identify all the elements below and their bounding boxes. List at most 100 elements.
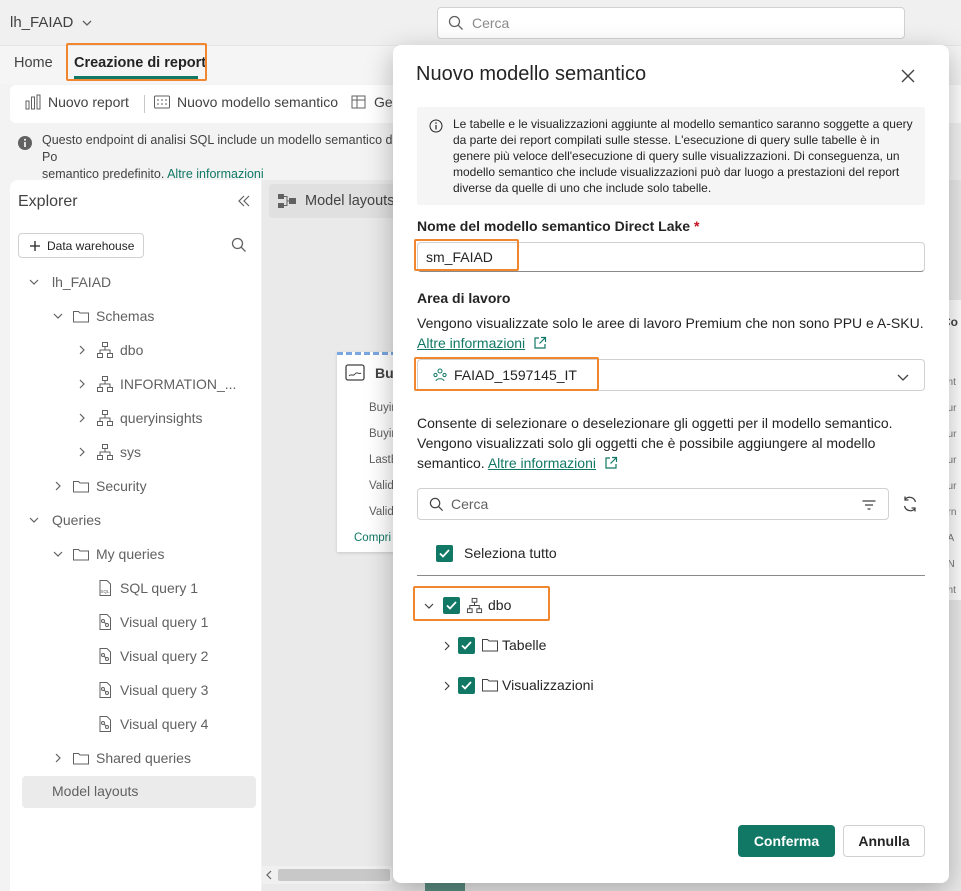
chevron-right-icon[interactable] [441,680,453,692]
table-card-footer[interactable]: Compri [354,532,391,544]
tree-item-label: Visual query 1 [120,614,209,630]
tree-item-schema-queryinsights[interactable]: queryinsights [10,401,261,435]
report-icon [25,94,41,110]
select-all-divider [417,575,925,576]
chevron-right-icon [79,413,85,423]
folder-icon [482,639,498,652]
schema-icon [97,342,113,358]
workspace-label: Area di lavoro [417,290,511,306]
workspace-hint: Vengono visualizzate solo le aree di lav… [417,315,924,331]
search-icon [429,497,444,512]
chevron-right-icon [55,753,61,763]
folder-icon [482,679,498,692]
tree-item-label: SQL query 1 [120,580,199,596]
global-search-input[interactable]: Cerca [437,7,905,39]
horizontal-scrollbar[interactable] [262,866,392,884]
views-checkbox[interactable] [458,677,475,694]
workspace-learn-more-link[interactable]: Altre informazioni [417,333,525,353]
visual-query-icon [99,614,111,630]
highlight-model-name [414,239,519,271]
svg-text:SQL: SQL [101,589,111,594]
tree-item-visual-query-3[interactable]: Visual query 3 [10,673,261,707]
tree-item-label: dbo [120,342,144,358]
tree-item-schema-dbo[interactable]: dbo [10,333,261,367]
tab-model-layouts-label: Model layouts [305,193,395,209]
toolbar-next-label: Ge [374,94,393,110]
collapse-pane-icon[interactable] [237,194,251,208]
dialog-notice: Le tabelle e le visualizzazioni aggiunte… [417,107,925,205]
dialog-title: Nuovo modello semantico [416,63,647,85]
new-report-button[interactable]: Nuovo report [24,93,129,111]
tree-item-my-queries[interactable]: My queries [10,537,261,571]
chevron-down-icon [82,20,92,26]
tree-item-visual-query-1[interactable]: Visual query 1 [10,605,261,639]
cancel-button[interactable]: Annulla [843,825,925,857]
tree-item-schema-information[interactable]: INFORMATION_... [10,367,261,401]
info-icon [429,119,443,133]
tab-model-layouts[interactable]: Model layouts [269,184,397,218]
tree-item-security[interactable]: Security [10,469,261,503]
tree-item-schema-sys[interactable]: sys [10,435,261,469]
model-name-label: Nome del modello semantico Direct Lake * [417,218,699,234]
table-card[interactable]: Buy Buyin Buyin LastE Valid Valid Compri [337,352,401,552]
tree-item-schemas[interactable]: Schemas [10,299,261,333]
new-semantic-model-button[interactable]: Nuovo modello semantico [153,93,338,111]
checkmark-icon [461,641,472,650]
info-icon [18,136,32,150]
table-card-icon [345,364,365,381]
tables-checkbox[interactable] [458,637,475,654]
objects-search-input[interactable]: Cerca [417,488,889,520]
tree-item-label: INFORMATION_... [120,376,237,392]
filter-icon[interactable] [861,497,877,513]
scrollbar-thumb[interactable] [278,869,390,881]
tree-item-label: Model layouts [52,783,139,799]
external-link-icon[interactable] [533,336,547,350]
tree-item-label: Visual query 4 [120,716,209,732]
tree-node-tables[interactable]: Tabelle [441,636,601,656]
chevron-right-icon[interactable] [441,640,453,652]
table-card-row: Valid [369,506,394,518]
tree-item-shared-queries[interactable]: Shared queries [10,741,261,775]
scroll-left-icon[interactable] [264,870,274,880]
folder-icon [73,311,89,323]
new-semantic-model-label: Nuovo modello semantico [177,94,339,110]
visual-query-icon [99,682,111,698]
search-icon[interactable] [231,237,247,253]
table-card-row: Valid [369,480,394,492]
tree-item-visual-query-4[interactable]: Visual query 4 [10,707,261,741]
folder-icon [73,753,89,765]
objects-learn-more-link[interactable]: Altre informazioni [488,455,596,471]
checkmark-icon [439,549,450,558]
tree-item-sql-query-1[interactable]: SQL SQL query 1 [10,571,261,605]
info-banner-link[interactable]: Altre informazioni [167,167,264,181]
refresh-icon[interactable] [901,495,919,513]
tree-node-label: Tabelle [502,637,547,653]
search-icon [448,15,463,30]
toolbar-next-button[interactable]: Ge [350,93,393,111]
schema-icon [97,444,113,460]
highlight-dbo [413,586,550,621]
model-name-label-text: Nome del modello semantico Direct Lake [417,218,691,234]
tree-item-queries[interactable]: Queries [10,503,261,537]
chevron-down-icon [897,374,909,381]
tree-item-label: queryinsights [120,410,203,426]
explorer-title: Explorer [18,193,78,210]
tree-item-lakehouse[interactable]: lh_FAIAD [10,265,261,299]
tree-item-label: lh_FAIAD [52,274,112,290]
folder-icon [73,481,89,493]
add-data-warehouse-button[interactable]: Data warehouse [18,233,144,258]
select-all-label: Seleziona tutto [464,545,557,561]
tree-item-label: Visual query 3 [120,682,209,698]
external-link-icon[interactable] [604,456,618,470]
confirm-button[interactable]: Conferma [738,825,835,857]
tree-item-label: Schemas [96,308,155,324]
select-all-checkbox[interactable] [436,545,453,562]
tree-node-views[interactable]: Visualizzazioni [441,676,621,696]
tree-item-visual-query-2[interactable]: Visual query 2 [10,639,261,673]
canvas-bottom-tab[interactable] [425,883,465,891]
workspace-switcher[interactable]: lh_FAIAD [10,14,93,31]
tree-item-label: Security [96,478,147,494]
tree-item-model-layouts[interactable]: Model layouts [22,776,256,808]
tab-home[interactable]: Home [14,55,53,71]
close-icon[interactable] [899,67,917,85]
